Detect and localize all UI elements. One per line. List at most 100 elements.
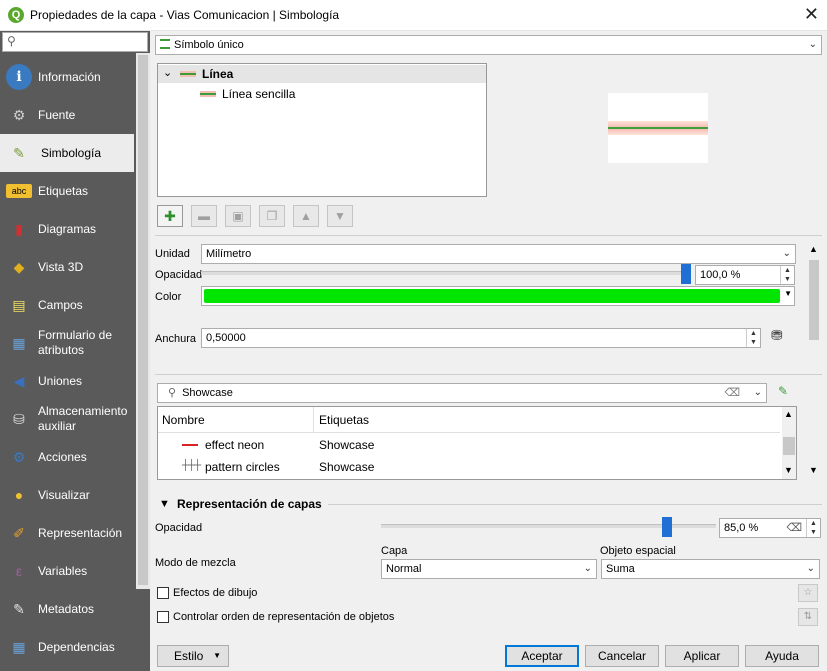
sidebar-item-speech-bubble[interactable]: ● Visualizar	[0, 476, 134, 514]
sidebar-item-wrench[interactable]: ⚙ Fuente	[0, 96, 134, 134]
library-scrollbar[interactable]: ▲ ▼	[782, 407, 796, 479]
scrollbar-thumb[interactable]	[809, 260, 819, 340]
wrench-icon: ⚙	[12, 106, 26, 123]
opacity-slider-track[interactable]	[201, 271, 691, 275]
sidebar-item-actions[interactable]: ⚙ Acciones	[0, 438, 134, 476]
help-button[interactable]: Ayuda	[745, 645, 819, 667]
feature-order-label: Controlar orden de representación de obj…	[173, 611, 395, 623]
unit-select[interactable]: Milímetro ⌄	[201, 244, 796, 264]
tree-child-label[interactable]: Línea sencilla	[222, 87, 295, 101]
data-defined-override-icon[interactable]: ⛃	[771, 327, 793, 349]
clear-icon[interactable]: ⌫	[786, 519, 802, 537]
spin-arrows-icon[interactable]: ▲ ▼	[780, 266, 794, 284]
feature-order-button[interactable]: ⇅	[798, 608, 818, 626]
lock-icon: ▣	[232, 209, 244, 223]
renderer-type-select[interactable]: Símbolo único ⌄	[155, 35, 822, 55]
sidebar-item-database[interactable]: ⛁ Almacenamiento auxiliar	[0, 400, 134, 438]
form-icon: ▦	[12, 334, 26, 351]
scrollbar-thumb[interactable]	[783, 437, 795, 455]
search-icon: ⚲	[7, 34, 16, 48]
table-row[interactable]: effect neon Showcase	[158, 434, 780, 456]
move-up-button[interactable]: ▲	[293, 205, 319, 227]
cancel-button[interactable]: Cancelar	[585, 645, 659, 667]
sidebar-scrollbar-thumb[interactable]	[138, 55, 148, 585]
apply-button[interactable]: Aplicar	[665, 645, 739, 667]
scroll-up-icon[interactable]: ▲	[784, 409, 793, 419]
qgis-logo-icon: Q	[8, 7, 24, 23]
sidebar-item-join[interactable]: ◀ Uniones	[0, 362, 134, 400]
sidebar-item-info[interactable]: i Información	[0, 58, 134, 96]
line-symbol-icon	[180, 71, 196, 77]
sidebar-search-input[interactable]: ⚲	[2, 32, 148, 52]
opacity-spinbox[interactable]: 100,0 % ▲ ▼	[695, 265, 795, 285]
symbol-library-table[interactable]: Nombre Etiquetas effect neon Showcase ┼┼…	[157, 406, 797, 480]
sidebar-item-label: Dependencias	[38, 639, 115, 654]
color-swatch	[204, 289, 780, 303]
properties-scrollbar-bottom[interactable]: ▼	[807, 451, 821, 481]
add-layer-button[interactable]: ✚	[157, 205, 183, 227]
sidebar-item-label: Acciones	[38, 449, 87, 464]
lock-layer-button[interactable]: ▣	[225, 205, 251, 227]
style-button-label: Estilo	[174, 649, 204, 663]
width-spinbox[interactable]: 0,50000 ▲ ▼	[201, 328, 761, 348]
collapse-icon[interactable]: ▼	[159, 498, 170, 510]
title-bar: Q Propiedades de la capa - Vias Comunica…	[0, 0, 827, 31]
sidebar-item-fields[interactable]: ▤ Campos	[0, 286, 134, 324]
diagram-icon: ▮	[15, 220, 23, 237]
sort-icon: ⇅	[803, 611, 813, 622]
close-icon[interactable]: ✕	[804, 4, 819, 25]
move-down-button[interactable]: ▼	[327, 205, 353, 227]
layer-opacity-slider-thumb[interactable]	[661, 517, 672, 537]
sidebar-item-form[interactable]: ▦ Formulario de atributos	[0, 324, 134, 362]
spin-arrows-icon[interactable]: ▲ ▼	[806, 519, 820, 537]
layer-blend-select[interactable]: Normal ⌄	[381, 559, 597, 579]
scroll-down-icon[interactable]: ▼	[809, 465, 818, 475]
sidebar-item-metadata[interactable]: ✎ Metadatos	[0, 590, 134, 628]
column-header-tags[interactable]: Etiquetas	[319, 413, 369, 427]
sidebar-item-dependencies[interactable]: ▦ Dependencias	[0, 628, 134, 666]
column-header-name[interactable]: Nombre	[162, 413, 205, 427]
opacity-value: 100,0 %	[700, 269, 741, 281]
abc-label-icon: abc	[6, 184, 32, 198]
chevron-down-icon[interactable]: ⌄	[754, 384, 762, 402]
draw-effects-checkbox[interactable]	[157, 587, 169, 599]
scroll-up-icon[interactable]: ▲	[809, 244, 818, 254]
clear-icon[interactable]: ⌫	[724, 384, 740, 402]
ok-button[interactable]: Aceptar	[505, 645, 579, 667]
draw-effects-star-button[interactable]: ☆	[798, 584, 818, 602]
style-manager-icon[interactable]: ✎	[778, 384, 796, 402]
feature-blend-value: Suma	[606, 563, 635, 575]
sidebar-item-cube[interactable]: ◆ Vista 3D	[0, 248, 134, 286]
color-menu-icon[interactable]: ▼	[784, 289, 792, 298]
feature-order-checkbox[interactable]	[157, 611, 169, 623]
layer-opacity-spinbox[interactable]: 85,0 % ⌫ ▲ ▼	[719, 518, 821, 538]
remove-layer-button[interactable]: ▬	[191, 205, 217, 227]
library-search-input[interactable]: ⚲ Showcase ⌫ ⌄	[157, 383, 767, 403]
sidebar-item-diagram[interactable]: ▮ Diagramas	[0, 210, 134, 248]
tree-row-root[interactable]: ⌄ Línea	[158, 65, 486, 83]
sidebar-item-epsilon[interactable]: ε Variables	[0, 552, 134, 590]
scroll-down-icon[interactable]: ▼	[784, 465, 793, 475]
tree-expand-icon[interactable]: ⌄	[163, 66, 172, 79]
database-icon: ⛁	[13, 410, 25, 427]
duplicate-layer-button[interactable]: ❐	[259, 205, 285, 227]
feature-blend-select[interactable]: Suma ⌄	[601, 559, 820, 579]
sidebar-item-render-brush[interactable]: ✐ Representación	[0, 514, 134, 552]
sidebar-item-abc-label[interactable]: abc Etiquetas	[0, 172, 134, 210]
cube-icon: ◆	[13, 258, 25, 275]
sidebar-item-paintbrush[interactable]: ✎ Simbología	[0, 134, 134, 172]
spin-arrows-icon[interactable]: ▲ ▼	[746, 329, 760, 347]
chevron-down-icon: ⌄	[583, 563, 592, 574]
symbol-preview	[608, 93, 708, 163]
symbol-layer-tree[interactable]: ⌄ Línea Línea sencilla	[157, 63, 487, 197]
layer-rendering-title[interactable]: Representación de capas	[177, 497, 322, 511]
table-row[interactable]: ┼┼┼ pattern circles Showcase	[158, 456, 780, 478]
column-divider	[313, 407, 314, 433]
style-menu-button[interactable]: Estilo ▼	[157, 645, 229, 667]
sidebar-scrollbar[interactable]	[136, 53, 150, 589]
color-button[interactable]: ▼	[201, 286, 795, 306]
divider	[328, 504, 822, 505]
opacity-slider-thumb[interactable]	[681, 264, 691, 284]
properties-scrollbar[interactable]: ▲	[807, 244, 821, 344]
sidebar-item-label: Vista 3D	[38, 259, 84, 274]
